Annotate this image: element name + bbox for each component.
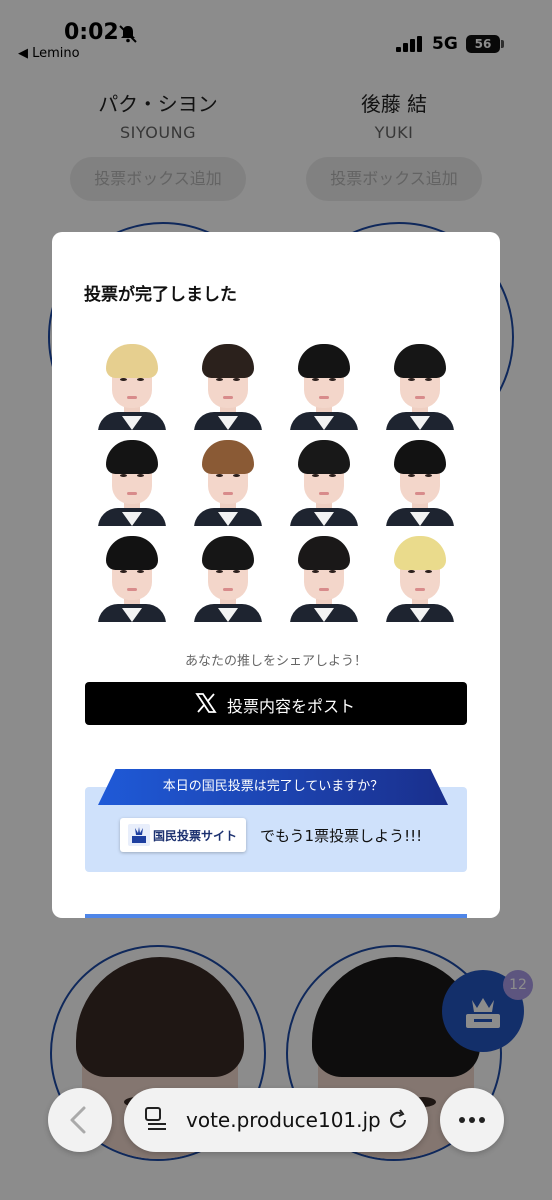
trainee-thumbnail [92,534,172,622]
trainee-thumbnail [188,438,268,526]
x-logo-icon [195,693,217,713]
page-menu-icon[interactable] [144,1106,170,1134]
share-caption: あなたの推しをシェアしよう！ [184,654,367,669]
modal-title: 投票が完了しました [84,285,237,305]
modal-divider [85,914,467,918]
ballot-box-icon [128,824,150,846]
trainee-thumbnail [188,534,268,622]
browser-more-button[interactable] [440,1088,504,1152]
daily-vote-ribbon: 本日の国民投票は完了していますか？ [98,769,448,805]
address-bar[interactable]: vote.produce101.jp [124,1088,428,1152]
trainee-thumbnail [92,438,172,526]
trainee-thumbnail [380,342,460,430]
trainee-thumbnail [284,438,364,526]
national-vote-site-button[interactable]: 国民投票サイト [120,818,246,852]
trainee-thumbnail [284,534,364,622]
site-button-label: 国民投票サイト [153,829,238,843]
chevron-left-icon [70,1106,86,1134]
trainee-thumbnail [284,342,364,430]
url-text: vote.produce101.jp [186,1108,381,1132]
reload-icon[interactable] [386,1108,410,1132]
post-button-label: 投票内容をポスト [227,697,356,716]
browser-back-button[interactable] [48,1088,112,1152]
vote-complete-modal: 投票が完了しました あなたの推しをシェアしよう！ 投票内容をポスト 国民投票サイ… [52,232,500,918]
trainee-thumbnail [188,342,268,430]
voted-trainees-grid [92,342,468,630]
post-to-x-button[interactable]: 投票内容をポスト [85,682,467,725]
trainee-thumbnail [380,534,460,622]
trainee-thumbnail [380,438,460,526]
vote-again-text: でもう1票投票しよう!!! [260,827,423,845]
more-dots-icon [459,1117,485,1123]
trainee-thumbnail [92,342,172,430]
